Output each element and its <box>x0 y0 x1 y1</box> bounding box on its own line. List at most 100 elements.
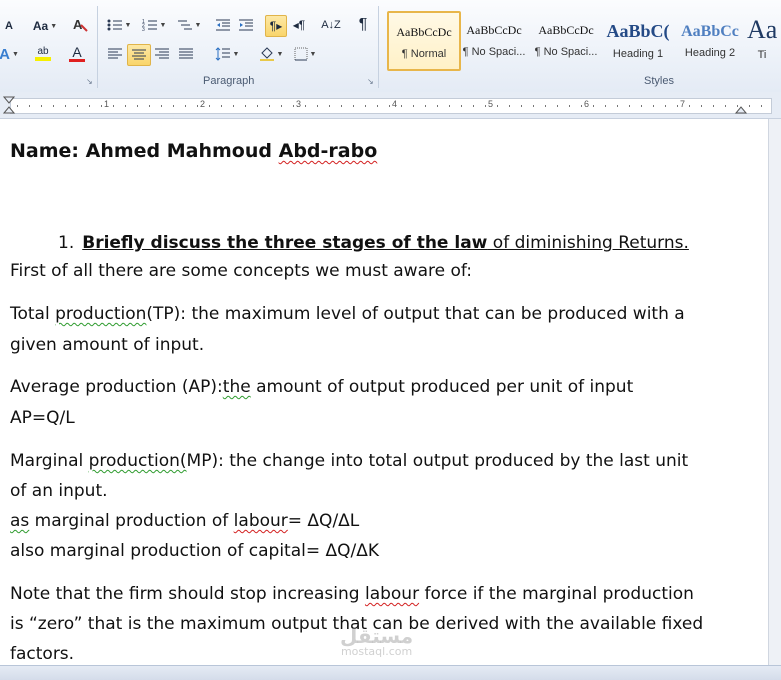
decrease-indent-button[interactable] <box>212 15 234 35</box>
clear-formatting-button[interactable]: A <box>70 14 90 34</box>
highlight-button[interactable]: ab <box>28 44 58 64</box>
line-spacing-button[interactable]: ▼ <box>212 44 242 64</box>
ruler-dot <box>557 105 558 107</box>
style-name: Heading 1 <box>612 48 664 60</box>
note-line-1: Note that the firm should stop increasin… <box>10 584 694 604</box>
style-name: Heading 2 <box>684 47 736 59</box>
align-right-button[interactable] <box>151 44 173 64</box>
indent-marker-icon[interactable] <box>3 92 15 118</box>
labour-text-b: marginal production of <box>29 511 234 531</box>
style-tile[interactable]: AaBbCcDc ¶ Normal <box>387 11 461 71</box>
ruler-number: 3 <box>296 99 302 109</box>
ruler-dot <box>185 105 186 107</box>
ap-formula: AP=Q/L <box>10 408 75 428</box>
question-1-rest-text: of diminishing Returns. <box>487 233 689 253</box>
style-preview: AaBbCcDc <box>538 23 594 37</box>
justify-icon <box>179 48 193 59</box>
ruler-dot <box>233 105 234 107</box>
change-case-button[interactable]: Aa ▼ <box>30 16 60 36</box>
font-dialog-launcher-icon[interactable]: ↘ <box>86 78 94 86</box>
style-tile[interactable]: AaBbCcDc ¶ No Spaci... <box>459 11 529 67</box>
chevron-down-icon: ▼ <box>50 22 58 30</box>
font-color-button[interactable]: A <box>62 44 92 64</box>
ruler-dot <box>749 105 750 107</box>
ruler-dot <box>701 105 702 107</box>
note-text-c: force if the marginal production <box>419 584 694 604</box>
note-text-a: Note that the firm should stop increasin… <box>10 584 365 604</box>
ruler-dot <box>341 105 342 107</box>
intro-paragraph: First of all there are some concepts we … <box>10 261 472 281</box>
multilevel-list-button[interactable]: ▼ <box>174 15 204 35</box>
ruler-dot <box>365 105 366 107</box>
text-effects-button[interactable]: A ▼ <box>0 44 19 64</box>
justify-button[interactable] <box>175 44 197 64</box>
shading-button[interactable]: ▼ <box>256 44 286 64</box>
style-tile[interactable]: AaBbCcDc ¶ No Spaci... <box>531 11 601 67</box>
labour-formula-line: as marginal production of labour= ΔQ/ΔL <box>10 511 359 531</box>
ruler-dot <box>377 105 378 107</box>
tp-definition-line-1: Total production(TP): the maximum level … <box>10 304 685 324</box>
numbering-button[interactable]: 1 2 3 ▼ <box>139 15 169 35</box>
ruler-dot <box>29 105 30 107</box>
highlight-icon: ab <box>37 46 49 57</box>
labour-text-c: labour <box>233 511 288 531</box>
style-preview: AaBbC( <box>606 21 670 41</box>
ruler-dot <box>605 105 606 107</box>
paint-bucket-icon <box>259 47 274 61</box>
change-case-icon: Aa <box>32 19 49 33</box>
chevron-down-icon: ▼ <box>159 21 167 29</box>
style-tile[interactable]: AaBbC( Heading 1 <box>603 11 673 67</box>
align-left-button[interactable] <box>104 44 126 64</box>
align-center-icon <box>132 49 146 60</box>
style-tile[interactable]: AaBbCc Heading 2 <box>675 11 745 67</box>
ap-definition-line-1: Average production (AP):the amount of ou… <box>10 377 633 397</box>
bullets-icon <box>107 19 122 31</box>
vertical-scrollbar[interactable] <box>768 119 781 665</box>
chevron-down-icon: ▼ <box>309 50 317 58</box>
ruler-dot <box>461 105 462 107</box>
ruler-dot <box>173 105 174 107</box>
styles-gallery: AaBbCcDc ¶ Normal AaBbCcDc ¶ No Spaci... AaB… <box>383 8 781 71</box>
font-color-icon: A <box>72 44 82 60</box>
highlight-color-bar <box>35 57 51 61</box>
ruler-dot <box>437 105 438 107</box>
name-surname: Abd-rabo <box>278 140 378 162</box>
style-preview: AaBbCcDc <box>466 23 522 37</box>
multilevel-list-icon <box>177 20 192 30</box>
document-page[interactable]: Name: Ahmed Mahmoud Abd-rabo 1. Briefly d… <box>0 119 768 665</box>
text-effects-icon: A <box>0 45 10 63</box>
sort-icon: A↓Z <box>321 19 341 31</box>
ruler-dot <box>257 105 258 107</box>
paragraph-dialog-launcher-icon[interactable]: ↘ <box>367 78 375 86</box>
ruler-strip[interactable]: 1 2 3 4 5 6 7 <box>10 98 772 114</box>
ruler-dot <box>641 105 642 107</box>
bullets-button[interactable]: ▼ <box>104 15 134 35</box>
ltr-paragraph-button[interactable]: ¶▸ <box>265 15 287 37</box>
ruler-dot <box>89 105 90 107</box>
shrink-font-button[interactable]: A <box>0 16 18 36</box>
right-indent-marker-icon[interactable] <box>735 92 747 118</box>
chevron-down-icon: ▼ <box>194 21 202 29</box>
horizontal-ruler[interactable]: 1 2 3 4 5 6 7 <box>0 92 781 119</box>
note-line-3: factors. <box>10 644 75 664</box>
ruler-dot <box>125 105 126 107</box>
name-prefix: Name: Ahmed Mahmoud <box>10 140 279 162</box>
ruler-dot <box>329 105 330 107</box>
rtl-paragraph-button[interactable]: ◂¶ <box>289 15 309 35</box>
align-center-button[interactable] <box>127 44 151 66</box>
ruler-dot <box>149 105 150 107</box>
style-tile[interactable]: Aa Ti <box>747 11 777 67</box>
tp-text-b: production <box>55 304 147 324</box>
ruler-dot <box>317 105 318 107</box>
sort-button[interactable]: A↓Z <box>320 15 342 35</box>
mp-text-a: Marginal <box>10 451 89 471</box>
ruler-number: 6 <box>584 99 590 109</box>
show-formatting-button[interactable]: ¶ <box>352 15 374 35</box>
ruler-dot <box>509 105 510 107</box>
ruler-dot <box>413 105 414 107</box>
ruler-dot <box>221 105 222 107</box>
increase-indent-button[interactable] <box>235 15 257 35</box>
name-heading: Name: Ahmed Mahmoud Abd-rabo <box>10 140 377 162</box>
borders-button[interactable]: ▼ <box>290 44 320 64</box>
ruler-dot <box>17 105 18 107</box>
